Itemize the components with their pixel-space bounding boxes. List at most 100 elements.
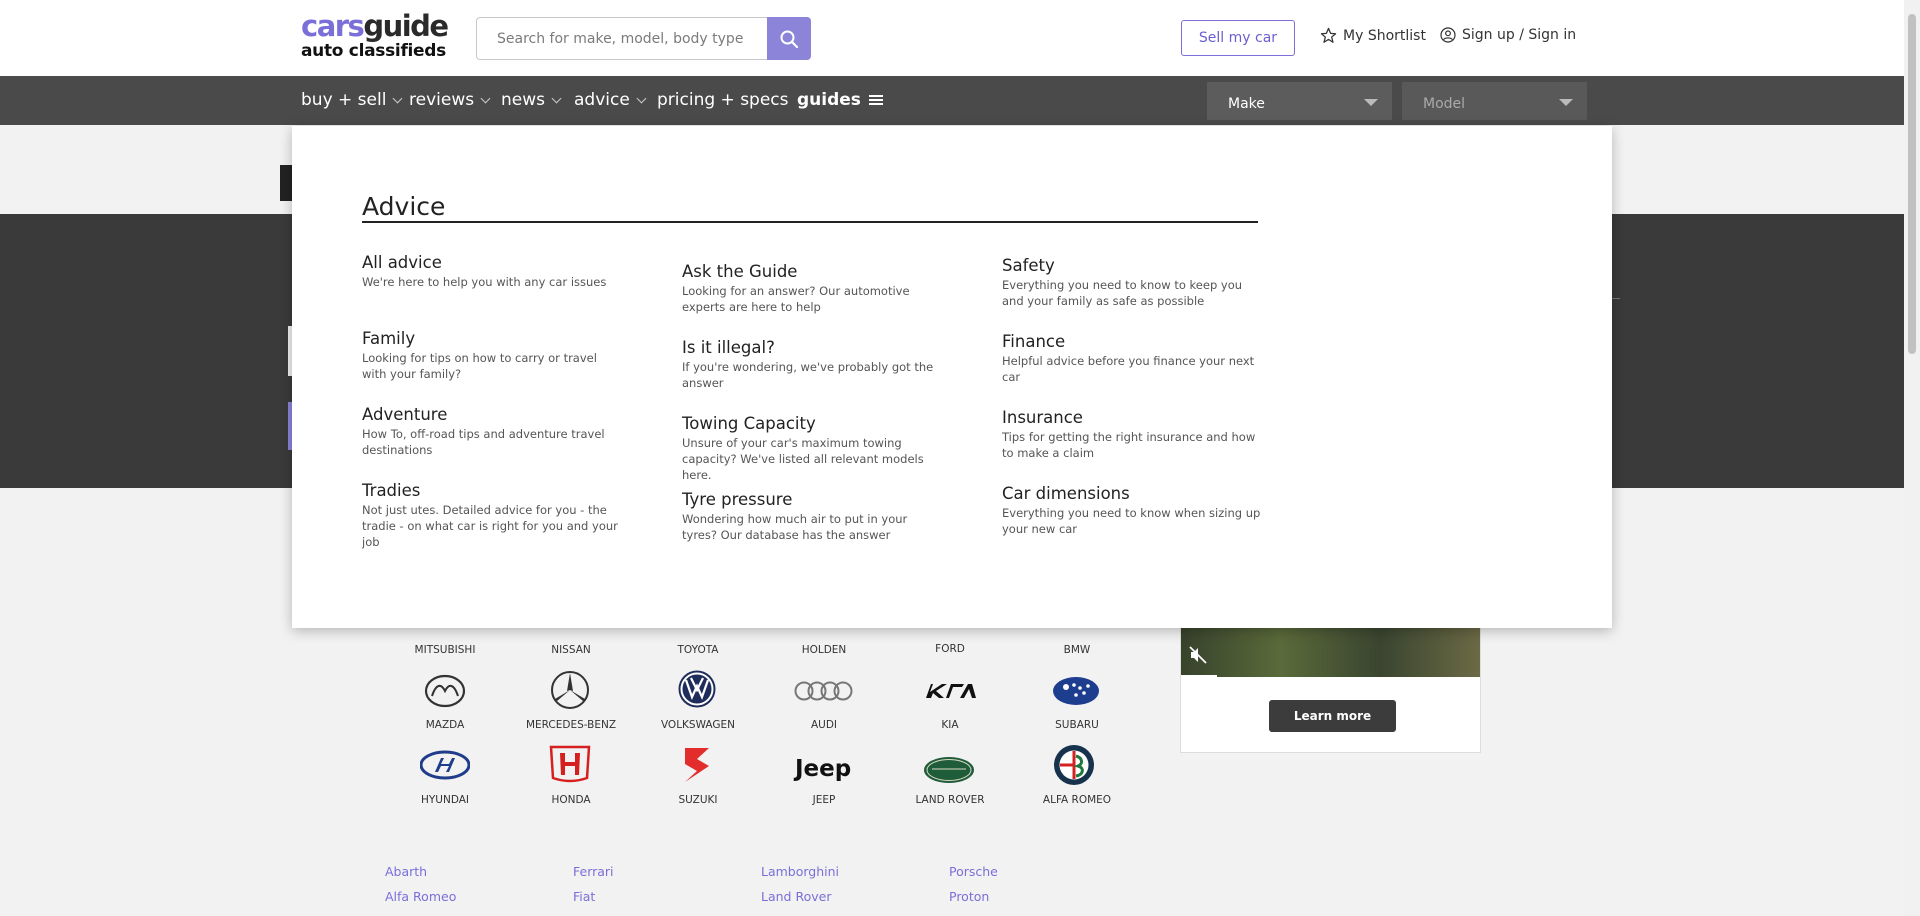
advice-item-all-advice[interactable]: All advice We're here to help you with a… bbox=[362, 253, 622, 290]
brand-subaru[interactable]: SUBARU bbox=[1022, 719, 1132, 731]
advice-item-is-it-illegal[interactable]: Is it illegal? If you're wondering, we'v… bbox=[682, 338, 942, 391]
advice-item-insurance[interactable]: Insurance Tips for getting the right ins… bbox=[1002, 408, 1262, 461]
brand-jeep[interactable]: JEEP bbox=[769, 794, 879, 806]
brand-volkswagen[interactable]: VOLKSWAGEN bbox=[643, 719, 753, 731]
advice-item-desc: Unsure of your car's maximum towing capa… bbox=[682, 436, 924, 482]
make-link-porsche[interactable]: Porsche bbox=[949, 859, 998, 884]
audi-logo-icon bbox=[793, 671, 853, 711]
nav-buy-sell-label: buy + sell bbox=[301, 90, 387, 110]
make-link-fiat[interactable]: Fiat bbox=[573, 884, 614, 909]
land-rover-logo-icon bbox=[922, 750, 976, 790]
nav-news[interactable]: news bbox=[501, 90, 562, 110]
advice-item-car-dimensions[interactable]: Car dimensions Everything you need to kn… bbox=[1002, 484, 1262, 537]
subaru-logo-icon bbox=[1051, 671, 1101, 711]
nav-reviews[interactable]: reviews bbox=[409, 90, 491, 110]
carsguide-logo[interactable]: carsguide auto classifieds bbox=[301, 9, 449, 60]
brand-nissan[interactable]: NISSAN bbox=[516, 644, 626, 656]
advice-item-tradies[interactable]: Tradies Not just utes. Detailed advice f… bbox=[362, 481, 622, 550]
learn-more-button[interactable]: Learn more bbox=[1269, 700, 1396, 732]
brand-kia[interactable]: KIA bbox=[895, 719, 1005, 731]
advice-item-title: All advice bbox=[362, 253, 442, 272]
svg-text:Jeep: Jeep bbox=[793, 756, 851, 782]
dropdown-arrow-icon bbox=[1364, 99, 1378, 106]
model-select[interactable]: Model bbox=[1402, 82, 1587, 120]
make-link-land-rover[interactable]: Land Rover bbox=[761, 884, 839, 909]
brand-audi[interactable]: AUDI bbox=[769, 719, 879, 731]
advice-item-title: Car dimensions bbox=[1002, 484, 1130, 503]
advice-item-desc: Helpful advice before you finance your n… bbox=[1002, 354, 1255, 384]
mazda-logo-icon bbox=[420, 671, 470, 711]
my-shortlist-link[interactable]: My Shortlist bbox=[1320, 27, 1426, 44]
advice-item-title: Insurance bbox=[1002, 408, 1083, 427]
search-input[interactable] bbox=[476, 17, 767, 60]
advice-item-tyre-pressure[interactable]: Tyre pressure Wondering how much air to … bbox=[682, 490, 942, 543]
advice-item-title: Finance bbox=[1002, 332, 1066, 351]
advice-item-family[interactable]: Family Looking for tips on how to carry … bbox=[362, 329, 622, 382]
model-select-label: Model bbox=[1423, 96, 1466, 112]
brand-bmw[interactable]: BMW bbox=[1022, 644, 1132, 656]
make-link-proton[interactable]: Proton bbox=[949, 884, 998, 909]
advice-item-title: Safety bbox=[1002, 256, 1055, 275]
make-link-alfa-romeo[interactable]: Alfa Romeo bbox=[385, 884, 456, 909]
nav-guides[interactable]: guides bbox=[797, 90, 883, 110]
make-links-col-3: Lamborghini Land Rover bbox=[761, 859, 839, 909]
logo-cars: cars bbox=[301, 9, 365, 43]
sell-my-car-button[interactable]: Sell my car bbox=[1181, 20, 1295, 56]
brand-toyota[interactable]: TOYOTA bbox=[643, 644, 753, 656]
scrollbar-track[interactable] bbox=[1904, 0, 1920, 916]
ad-video[interactable] bbox=[1181, 621, 1480, 677]
advice-item-towing-capacity[interactable]: Towing Capacity Unsure of your car's max… bbox=[682, 414, 942, 483]
brand-hyundai[interactable]: HYUNDAI bbox=[390, 794, 500, 806]
jeep-logo-icon: Jeep bbox=[793, 748, 853, 788]
main-nav: buy + sell reviews news advice pricing +… bbox=[0, 76, 1904, 125]
alfa-romeo-logo-icon bbox=[1049, 745, 1099, 785]
advice-item-desc: We're here to help you with any car issu… bbox=[362, 275, 607, 289]
menu-icon bbox=[868, 95, 883, 105]
scrollbar-thumb[interactable] bbox=[1908, 14, 1916, 354]
signin-label: Sign up / Sign in bbox=[1462, 27, 1577, 43]
nav-pricing-label: pricing + specs bbox=[657, 90, 789, 110]
advice-dropdown-panel: Advice All advice We're here to help you… bbox=[292, 126, 1612, 628]
advertisement: Learn more bbox=[1180, 620, 1481, 753]
sign-in-link[interactable]: Sign up / Sign in bbox=[1440, 27, 1576, 43]
advice-item-ask-the-guide[interactable]: Ask the Guide Looking for an answer? Our… bbox=[682, 262, 942, 315]
brand-holden[interactable]: HOLDEN bbox=[769, 644, 879, 656]
search-icon bbox=[780, 30, 799, 48]
brand-land-rover[interactable]: LAND ROVER bbox=[895, 794, 1005, 806]
site-header: carsguide auto classifieds Sell my car M… bbox=[0, 0, 1904, 76]
make-link-abarth[interactable]: Abarth bbox=[385, 859, 456, 884]
brand-suzuki[interactable]: SUZUKI bbox=[643, 794, 753, 806]
make-link-ferrari[interactable]: Ferrari bbox=[573, 859, 614, 884]
make-select[interactable]: Make bbox=[1207, 82, 1392, 120]
search-button[interactable] bbox=[767, 17, 811, 60]
nav-advice[interactable]: advice bbox=[574, 90, 647, 110]
mute-icon[interactable] bbox=[1189, 646, 1207, 664]
advice-item-title: Towing Capacity bbox=[682, 414, 816, 433]
chevron-down-icon bbox=[551, 93, 562, 104]
advice-title-divider bbox=[362, 221, 1258, 223]
nav-pricing-specs[interactable]: pricing + specs bbox=[657, 90, 789, 110]
brand-mitsubishi[interactable]: MITSUBISHI bbox=[390, 644, 500, 656]
chevron-down-icon bbox=[480, 93, 491, 104]
advice-item-adventure[interactable]: Adventure How To, off-road tips and adve… bbox=[362, 405, 622, 458]
brand-ford[interactable]: FORD bbox=[895, 643, 1005, 655]
advice-item-desc: How To, off-road tips and adventure trav… bbox=[362, 427, 605, 457]
nav-news-label: news bbox=[501, 90, 545, 110]
make-link-lamborghini[interactable]: Lamborghini bbox=[761, 859, 839, 884]
advice-item-desc: Not just utes. Detailed advice for you -… bbox=[362, 503, 618, 549]
advice-item-title: Adventure bbox=[362, 405, 448, 424]
nav-buy-sell[interactable]: buy + sell bbox=[301, 90, 403, 110]
brand-mercedes-benz[interactable]: MERCEDES-BENZ bbox=[516, 719, 626, 731]
advice-item-title: Tradies bbox=[362, 481, 421, 500]
advice-item-desc: Everything you need to know when sizing … bbox=[1002, 506, 1261, 536]
advice-item-finance[interactable]: Finance Helpful advice before you financ… bbox=[1002, 332, 1262, 385]
brand-mazda[interactable]: MAZDA bbox=[390, 719, 500, 731]
chevron-down-icon bbox=[393, 93, 403, 104]
suzuki-logo-icon bbox=[672, 745, 722, 785]
brand-alfa-romeo[interactable]: ALFA ROMEO bbox=[1022, 794, 1132, 806]
advice-item-safety[interactable]: Safety Everything you need to know to ke… bbox=[1002, 256, 1262, 309]
brand-honda[interactable]: HONDA bbox=[516, 794, 626, 806]
hero-divider bbox=[1612, 298, 1620, 299]
advice-item-title: Family bbox=[362, 329, 416, 348]
logo-guide: guide bbox=[363, 9, 449, 43]
